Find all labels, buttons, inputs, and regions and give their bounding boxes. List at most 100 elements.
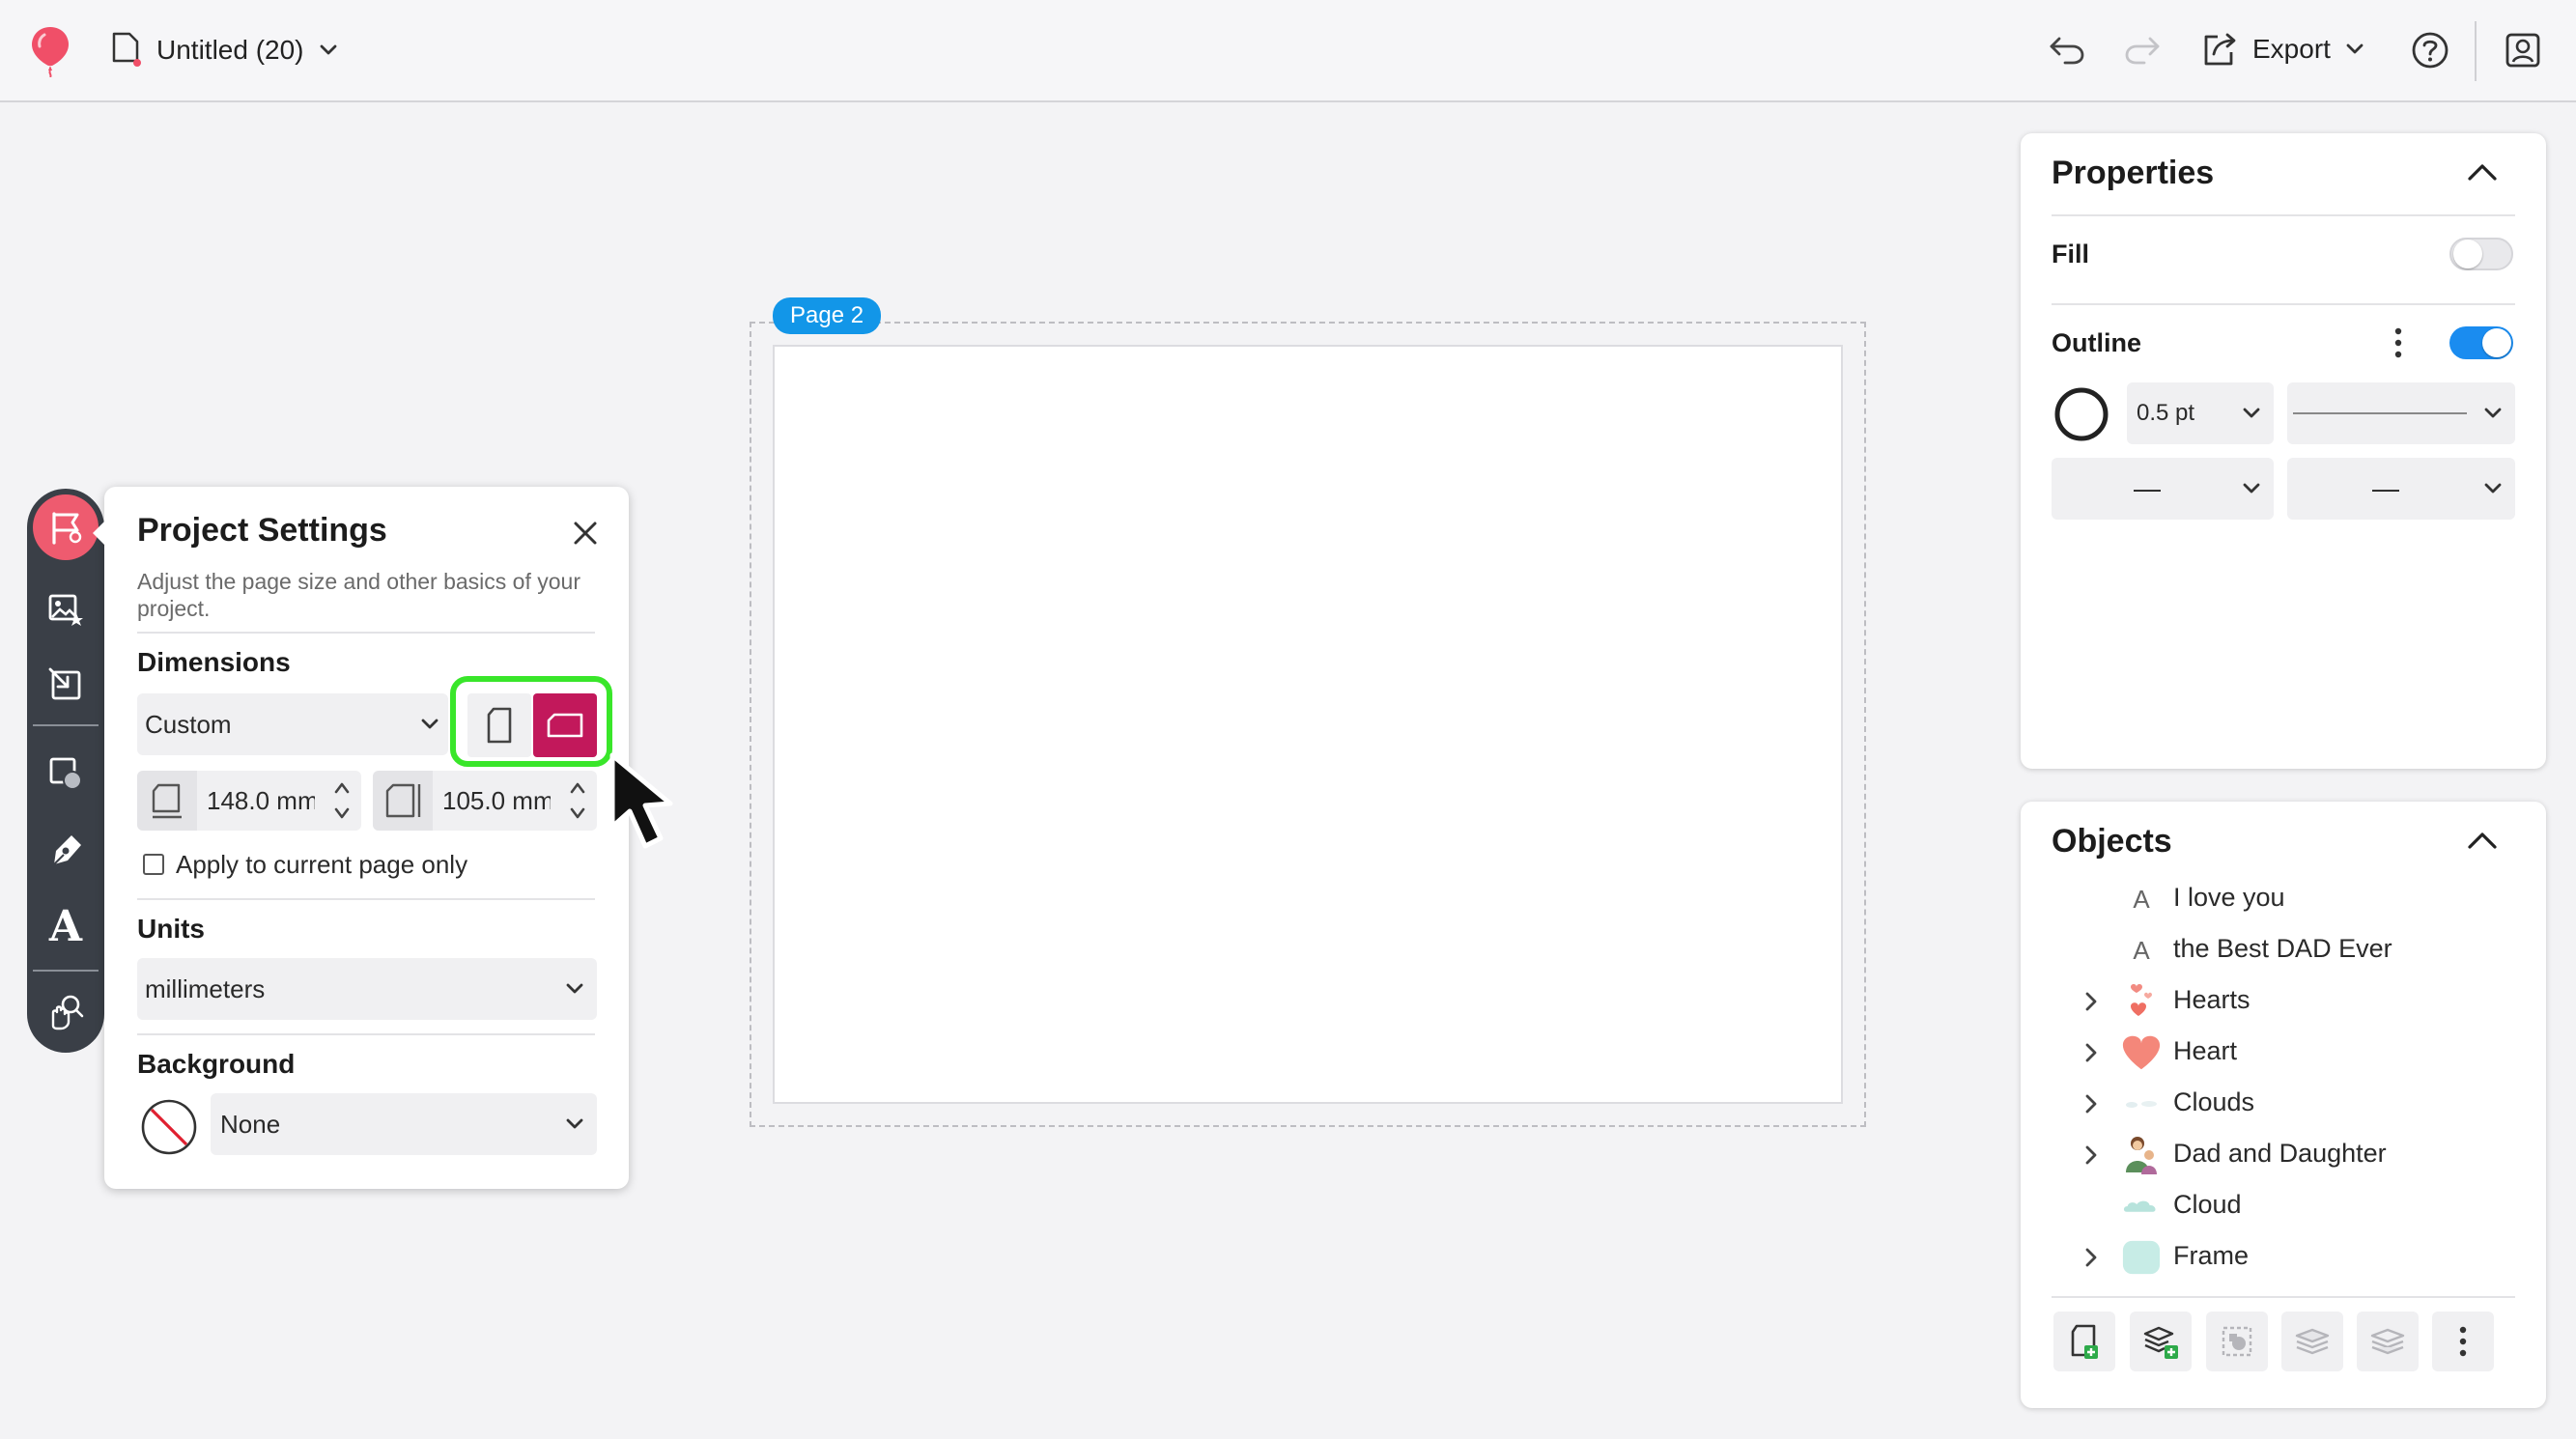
user-icon <box>2505 33 2540 68</box>
account-button[interactable] <box>2504 31 2542 70</box>
panel-title: Project Settings <box>137 512 387 549</box>
more-options-button[interactable] <box>2432 1312 2494 1371</box>
add-layer-button[interactable] <box>2130 1312 2192 1371</box>
pan-zoom-tool[interactable] <box>27 977 104 1045</box>
shapes-tool[interactable] <box>27 740 104 807</box>
divider <box>2052 214 2515 216</box>
properties-panel: Properties Fill Outline 0.5 pt — — <box>2021 133 2546 769</box>
undo-button[interactable] <box>2048 33 2086 68</box>
pen-tool[interactable] <box>27 817 104 885</box>
chevron-right-icon[interactable] <box>2084 1093 2098 1115</box>
balloon-logo-icon[interactable] <box>27 23 73 77</box>
start-cap-value: — <box>2134 473 2161 503</box>
bring-forward-icon <box>2295 1328 2330 1355</box>
dad-daughter-thumbnail-icon <box>2121 1135 2162 1175</box>
group-icon <box>2222 1326 2252 1357</box>
fill-toggle[interactable] <box>2449 238 2513 270</box>
stepper-icon[interactable] <box>570 778 585 823</box>
chevron-right-icon[interactable] <box>2084 1144 2098 1166</box>
canvas-page[interactable] <box>773 345 1843 1104</box>
heart-thumbnail-icon <box>2121 1032 2162 1073</box>
layer-up-button[interactable] <box>2281 1312 2343 1371</box>
outline-label: Outline <box>2052 328 2141 357</box>
help-button[interactable] <box>2411 31 2449 70</box>
units-select[interactable]: millimeters <box>137 958 597 1020</box>
chevron-right-icon[interactable] <box>2084 1042 2098 1063</box>
pen-icon <box>53 835 81 865</box>
resize-tool[interactable] <box>27 651 104 719</box>
topbar-divider <box>2475 21 2477 81</box>
end-cap-select[interactable]: — <box>2287 458 2515 520</box>
image-tool[interactable] <box>27 576 104 643</box>
title-menu[interactable]: Untitled (20) <box>108 31 337 70</box>
object-item-cloud[interactable]: Cloud <box>2021 1182 2546 1230</box>
text-tool[interactable]: A <box>27 892 104 960</box>
object-item-frame[interactable]: Frame <box>2021 1233 2546 1282</box>
outline-color-swatch[interactable] <box>2053 386 2109 442</box>
page-size-preset-select[interactable]: Custom <box>137 693 448 755</box>
landscape-orientation-button[interactable] <box>533 693 597 757</box>
stepper-icon[interactable] <box>334 778 350 823</box>
properties-title: Properties <box>2052 155 2215 191</box>
frame-thumbnail-icon <box>2121 1237 2162 1278</box>
outline-width-value: 0.5 pt <box>2137 400 2195 426</box>
start-cap-select[interactable]: — <box>2052 458 2274 520</box>
object-item-heart[interactable]: Heart <box>2021 1029 2546 1077</box>
line-style-select[interactable] <box>2287 382 2515 444</box>
object-item-i-love-you[interactable]: A I love you <box>2021 875 2546 923</box>
width-value[interactable]: 148.0 mm <box>207 786 315 816</box>
mouse-cursor-icon <box>607 751 699 858</box>
group-select-button[interactable] <box>2206 1312 2268 1371</box>
background-select[interactable]: None <box>211 1093 597 1155</box>
divider <box>2052 303 2515 305</box>
redo-button[interactable] <box>2123 33 2162 68</box>
panel-pointer <box>93 520 106 547</box>
toggle-knob <box>2453 240 2482 268</box>
chevron-down-icon <box>2484 483 2502 494</box>
page-tag[interactable]: Page 2 <box>773 297 882 334</box>
apply-current-page-label[interactable]: Apply to current page only <box>176 850 467 880</box>
height-value[interactable]: 105.0 mm <box>442 786 551 816</box>
width-field[interactable]: 148.0 mm <box>137 771 361 831</box>
object-item-best-dad[interactable]: A the Best DAD Ever <box>2021 926 2546 974</box>
object-label: the Best DAD Ever <box>2173 934 2392 963</box>
height-field[interactable]: 105.0 mm <box>373 771 597 831</box>
height-icon <box>373 771 433 831</box>
object-item-hearts[interactable]: Hearts <box>2021 977 2546 1026</box>
text-glyph-icon: A <box>2133 935 2150 965</box>
layer-down-button[interactable] <box>2357 1312 2419 1371</box>
divider <box>137 632 595 634</box>
outline-toggle[interactable] <box>2449 326 2513 359</box>
outline-width-select[interactable]: 0.5 pt <box>2127 382 2274 444</box>
collapse-chevron-icon[interactable] <box>2467 162 2498 182</box>
portrait-orientation-button[interactable] <box>467 693 531 757</box>
chevron-down-icon <box>2484 408 2502 419</box>
portrait-icon <box>487 707 512 744</box>
fill-label: Fill <box>2052 240 2089 268</box>
chevron-right-icon[interactable] <box>2084 1247 2098 1268</box>
no-color-swatch-icon[interactable] <box>139 1097 199 1157</box>
project-settings-tool[interactable] <box>33 494 99 560</box>
divider <box>137 898 595 900</box>
background-value: None <box>220 1109 281 1139</box>
more-options-icon[interactable] <box>2393 326 2403 359</box>
object-item-dad-and-daughter[interactable]: Dad and Daughter <box>2021 1131 2546 1179</box>
toggle-knob <box>2482 328 2511 357</box>
shapes-icon <box>49 757 82 790</box>
close-button[interactable] <box>566 514 605 552</box>
more-options-icon <box>2459 1326 2467 1357</box>
apply-current-page-checkbox[interactable] <box>143 854 164 875</box>
collapse-chevron-icon[interactable] <box>2467 831 2498 850</box>
clouds-thumbnail-icon <box>2121 1084 2162 1124</box>
object-label: Hearts <box>2173 985 2250 1014</box>
export-menu[interactable]: Export <box>2200 31 2364 68</box>
left-toolbar: A <box>27 489 104 1053</box>
chevron-down-icon <box>2346 43 2364 55</box>
top-bar: Untitled (20) Export <box>0 0 2576 102</box>
text-glyph-icon: A <box>2133 884 2150 914</box>
add-page-button[interactable] <box>2053 1312 2115 1371</box>
object-label: I love you <box>2173 883 2285 912</box>
help-icon <box>2412 32 2449 69</box>
chevron-right-icon[interactable] <box>2084 991 2098 1012</box>
object-item-clouds[interactable]: Clouds <box>2021 1080 2546 1128</box>
